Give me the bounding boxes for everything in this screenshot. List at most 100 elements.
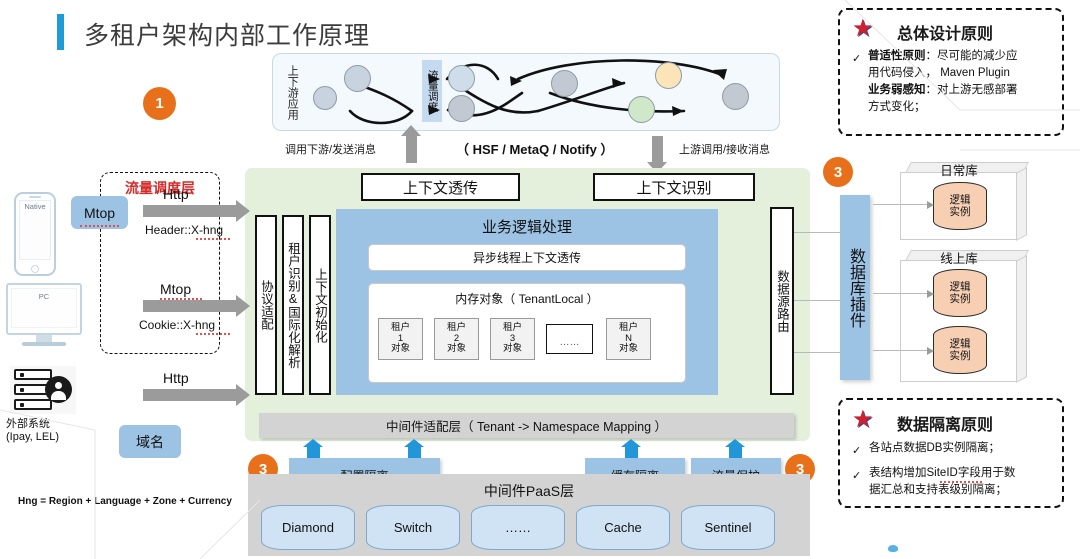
- check-icon-design: ✓: [852, 53, 862, 65]
- ds-to-plugin-line-3: [794, 352, 840, 353]
- pc-stand-base: [22, 342, 66, 346]
- tenant-object-ellipsis: ……: [546, 324, 593, 354]
- tenant-3-line3: 对象: [502, 343, 522, 355]
- plugin-to-daily-db-line: [873, 200, 934, 209]
- context-identify-box: 上下文识别: [593, 173, 755, 201]
- hng-definition-note: Hng = Region + Language + Zone + Currenc…: [18, 496, 232, 507]
- traffic-scheduling-layer-label: 流量调度层: [125, 180, 195, 196]
- app-node-8: [722, 83, 749, 110]
- online-db-logical-instance-1: 逻辑 实例: [933, 269, 987, 317]
- app-node-3: [448, 65, 475, 92]
- memory-object-title: 内存对象（ TenantLocal ）: [455, 292, 599, 306]
- column-context-init: 上下文初始化: [309, 215, 331, 395]
- tenant-object-1: 租户 1 对象: [378, 318, 423, 360]
- data-isolation-title: 数据隔离原则: [897, 417, 994, 434]
- step-badge-1: 1: [143, 87, 176, 120]
- design-line3-text: ：对上游无感部署: [925, 84, 1018, 96]
- design-line3-bold: 业务弱感知: [868, 84, 926, 96]
- app-node-2: [344, 65, 371, 92]
- paas-component-sentinel: Sentinel: [681, 505, 775, 550]
- app-node-5: [551, 70, 578, 97]
- online-inst1-line1: 逻辑: [949, 281, 971, 293]
- business-logic-title: 业务逻辑处理: [481, 219, 572, 236]
- isolation-item-1: 各站点数据DB实例隔离；: [869, 442, 1000, 454]
- paas-component-ellipsis: ……: [471, 505, 565, 550]
- mobile-speaker: [29, 196, 41, 198]
- server-led-1: [20, 373, 24, 377]
- downward-arrow: [647, 136, 667, 173]
- flow-2-protocol: Mtop: [160, 281, 192, 297]
- design-line2: 用代码侵入， Maven Plugin: [868, 67, 1010, 79]
- context-transmit-box: 上下文透传: [361, 173, 520, 201]
- flow-2-detail: Cookie::X-hng: [139, 318, 216, 332]
- isolation-item-2-line2: 据汇总和支持表级别隔离；: [869, 484, 1007, 496]
- online-db-logical-instance-2: 逻辑 实例: [933, 326, 987, 374]
- flow-3-protocol: Http: [163, 370, 189, 386]
- server-led-3: [20, 403, 24, 407]
- async-thread-context-box: 异步线程上下文透传: [368, 244, 686, 271]
- app-node-7: [628, 96, 655, 123]
- check-icon-isolation-1: ✓: [852, 445, 862, 457]
- flow-arrow-http-1: [143, 200, 250, 222]
- mtop-spellcheck-underline: [80, 225, 119, 227]
- ds-to-plugin-line-1: [794, 232, 840, 233]
- paas-component-diamond: Diamond: [261, 505, 355, 550]
- watermark-logo: [888, 545, 898, 552]
- external-system-label: 外部系统 (Ipay, LEL): [6, 418, 59, 443]
- online-inst2-line2: 实例: [949, 350, 971, 362]
- avatar-head: [55, 382, 62, 389]
- daily-inst-line2: 实例: [949, 206, 971, 218]
- mobile-home-button: [31, 265, 39, 273]
- app-node-1: [313, 86, 337, 110]
- online-inst2-line1: 逻辑: [949, 338, 971, 350]
- protocol-label: （ HSF / MetaQ / Notify ）: [456, 142, 614, 157]
- pc-label: PC: [38, 292, 50, 301]
- isolation-item-2-line1: 表结构增加SiteID字段用于数: [869, 467, 1016, 479]
- paas-component-switch: Switch: [366, 505, 460, 550]
- flow-1-protocol: Http: [163, 186, 189, 202]
- tenant-n-line3: 对象: [618, 343, 638, 355]
- star-icon-isolation: ★: [852, 406, 874, 433]
- design-principles-title: 总体设计原则: [897, 26, 994, 43]
- design-line1-text: ：尽可能的减少应: [925, 50, 1018, 62]
- tenant-object-n: 租户 N 对象: [606, 318, 651, 360]
- step-badge-3-db: 3: [823, 157, 853, 187]
- avatar-body: [51, 391, 66, 400]
- domain-name-chip: 域名: [119, 425, 181, 458]
- app-node-4: [448, 95, 475, 122]
- plugin-to-online-db-line-1: [873, 289, 934, 298]
- design-line4: 方式变化；: [868, 101, 926, 113]
- flow-1-detail: Header::X-hng: [145, 223, 224, 237]
- design-principles-body: 普适性原则：尽可能的减少应 用代码侵入， Maven Plugin 业务弱感知：…: [868, 48, 1054, 116]
- online-inst1-line2: 实例: [949, 293, 971, 305]
- tenant-2-line3: 对象: [446, 343, 466, 355]
- online-db-cube-side: [1016, 255, 1027, 383]
- upstream-call-label: 上游调用/接收消息: [679, 144, 771, 156]
- app-network-graph: [348, 59, 727, 125]
- tenant-1-line3: 对象: [390, 343, 410, 355]
- design-line1-bold: 普适性原则: [868, 50, 926, 62]
- server-led-2: [20, 388, 24, 392]
- daily-db-title: 日常库: [940, 164, 978, 178]
- middleware-paas-title: 中间件PaaS层: [483, 483, 575, 499]
- pc-stand-neck: [36, 335, 52, 342]
- mobile-label: Native: [24, 202, 46, 211]
- flow-arrow-http-3: [143, 384, 250, 406]
- siteid-spellcheck-underline: [940, 481, 982, 483]
- flow-arrow-mtop-2: [143, 295, 250, 317]
- title-accent-bar: [57, 14, 64, 50]
- call-downstream-label: 调用下游/发送消息: [285, 144, 377, 156]
- online-db-title: 线上库: [940, 252, 978, 266]
- star-icon-design: ★: [852, 15, 874, 42]
- daily-inst-line1: 逻辑: [949, 194, 971, 206]
- header-spellcheck-underline: [196, 238, 230, 240]
- mtop2-spellcheck-underline: [160, 298, 202, 300]
- page-title: 多租户架构内部工作原理: [84, 22, 371, 50]
- column-protocol-adaptation: 协议适配: [255, 215, 277, 395]
- check-icon-isolation-2: ✓: [852, 470, 862, 482]
- middleware-adapter-layer: 中间件适配层（ Tenant -> Namespace Mapping ）: [259, 413, 794, 438]
- column-tenant-identify-i18n: 租户识别&国际化解析: [282, 215, 304, 395]
- plugin-to-online-db-line-2: [873, 346, 934, 355]
- tenant-object-2: 租户 2 对象: [434, 318, 479, 360]
- database-plugin: 数据库插件: [840, 195, 870, 380]
